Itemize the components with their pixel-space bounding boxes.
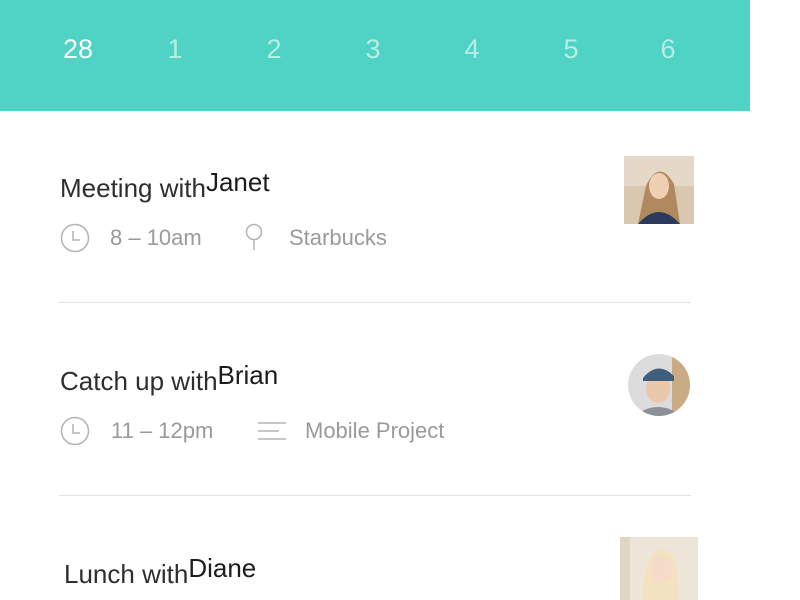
event-meta: 8 – 10am Starbucks [60, 223, 460, 253]
divider [59, 495, 691, 496]
date-strip: 28 1 2 3 4 5 6 [0, 0, 750, 111]
event-title: Meeting withJanet [60, 167, 270, 204]
event-title: Lunch withDiane [64, 553, 256, 590]
clock-icon [60, 223, 90, 258]
avatar [620, 537, 698, 600]
event-person-name: Brian [217, 360, 279, 390]
event-time: 11 – 12pm [111, 418, 214, 443]
event-person-name: Diane [188, 553, 257, 583]
clock-icon [60, 416, 90, 451]
day-3[interactable]: 3 [353, 32, 393, 66]
notes-lines-icon [257, 416, 287, 451]
avatar [624, 156, 694, 224]
location-pin-icon [243, 223, 265, 258]
event-time: 8 – 10am [110, 225, 202, 250]
divider [59, 302, 691, 303]
day-2[interactable]: 2 [254, 32, 294, 66]
event-project: Mobile Project [305, 418, 445, 443]
event-meta: 11 – 12pm Mobile Project [60, 416, 510, 446]
calendar-app: 28 1 2 3 4 5 6 Meeting withJanet 8 – 10a… [0, 0, 800, 600]
event-title-prefix: Catch up with [60, 366, 218, 396]
day-28[interactable]: 28 [58, 32, 98, 66]
avatar [628, 354, 690, 416]
event-location: Starbucks [289, 225, 387, 250]
event-person-name: Janet [205, 167, 270, 197]
day-1[interactable]: 1 [155, 32, 195, 66]
event-title-prefix: Meeting with [60, 173, 206, 203]
event-title: Catch up withBrian [60, 360, 278, 397]
day-6[interactable]: 6 [648, 32, 688, 66]
event-title-prefix: Lunch with [64, 559, 189, 589]
day-4[interactable]: 4 [452, 32, 492, 66]
day-5[interactable]: 5 [551, 32, 591, 66]
